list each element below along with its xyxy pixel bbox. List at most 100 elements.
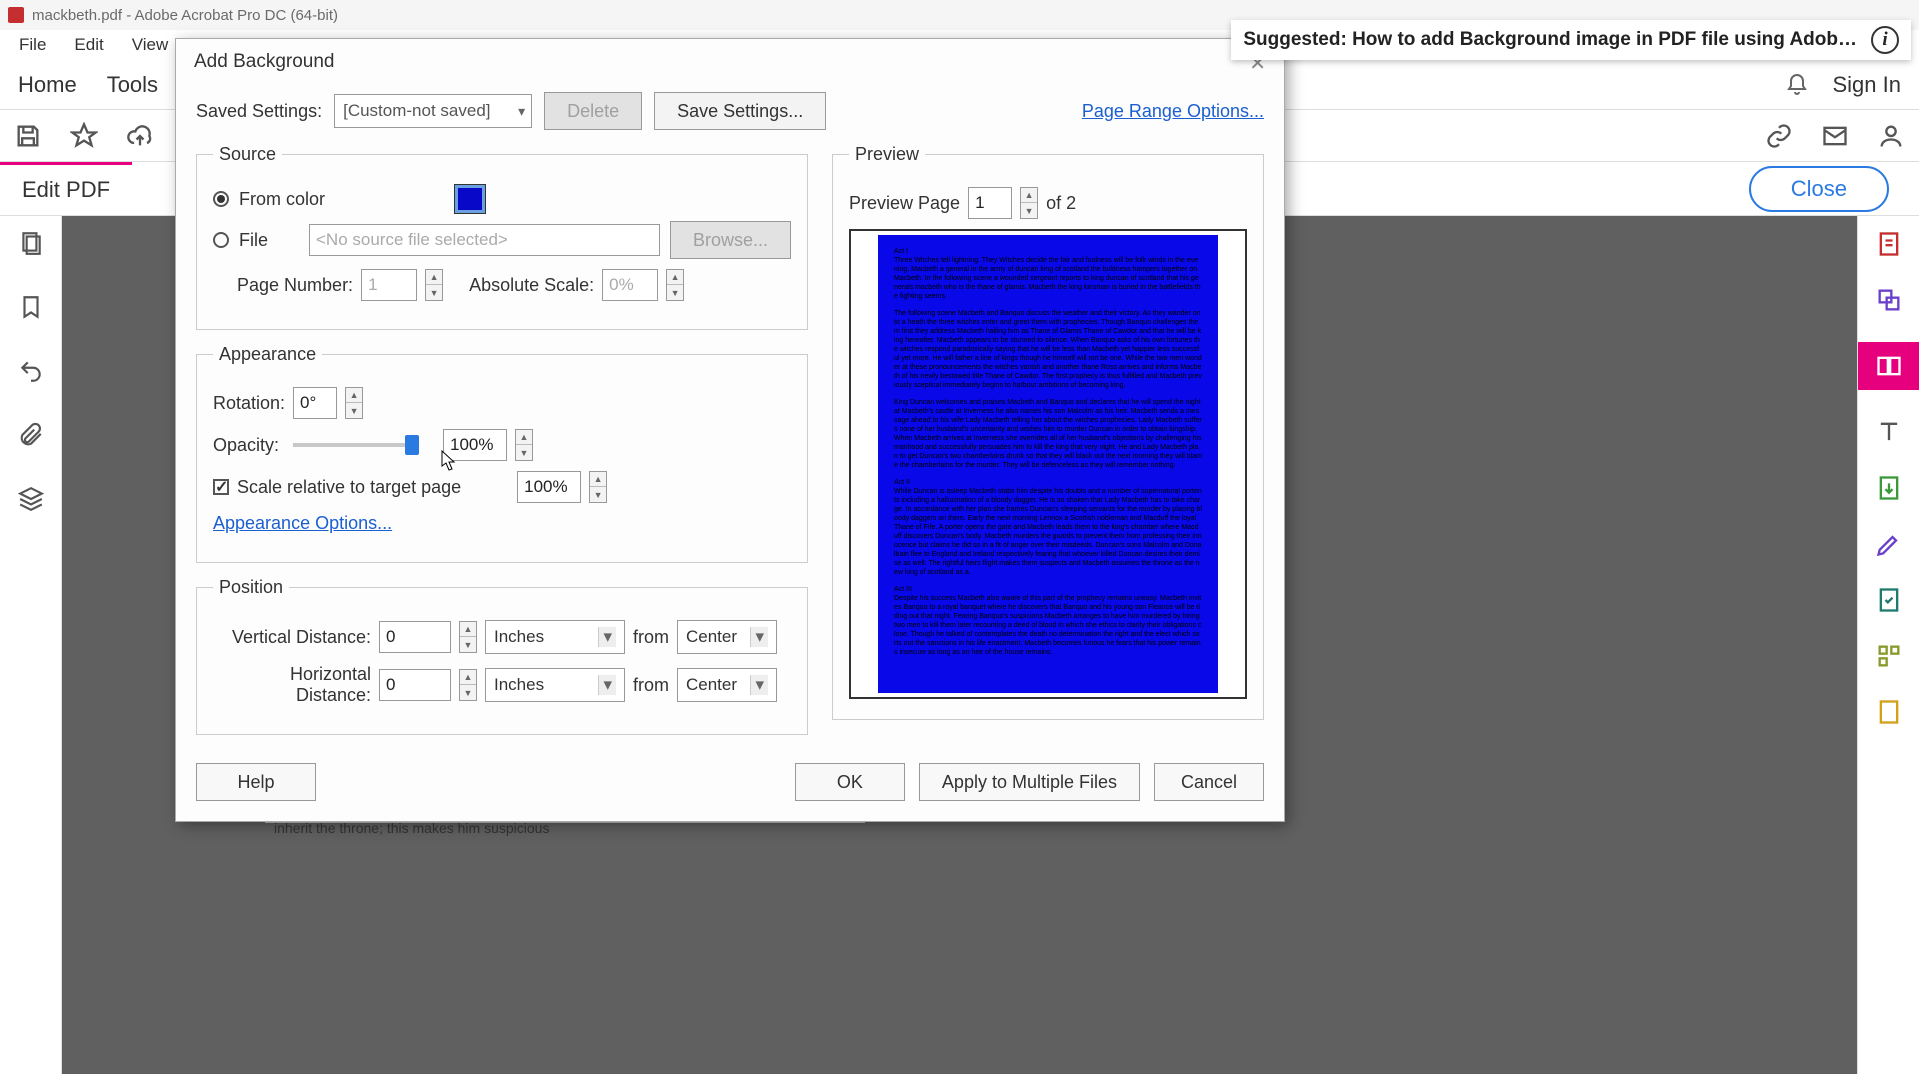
hdist-spinner[interactable]: ▲▼ bbox=[459, 669, 477, 701]
page-number-label: Page Number: bbox=[237, 275, 353, 296]
tab-edit-pdf[interactable]: Edit PDF bbox=[0, 162, 132, 215]
radio-file[interactable] bbox=[213, 232, 229, 248]
attachment-icon[interactable] bbox=[18, 422, 44, 448]
opacity-label: Opacity: bbox=[213, 435, 285, 456]
abs-scale-label: Absolute Scale: bbox=[469, 275, 594, 296]
suggested-text: Suggested: How to add Background image i… bbox=[1243, 29, 1857, 51]
dialog-title-text: Add Background bbox=[194, 51, 335, 76]
undo-icon[interactable] bbox=[18, 358, 44, 384]
add-background-dialog: Add Background ✕ Saved Settings: [Custom… bbox=[175, 38, 1285, 822]
profile-icon[interactable] bbox=[1877, 122, 1905, 150]
source-legend: Source bbox=[213, 144, 282, 165]
combine-icon[interactable] bbox=[1875, 286, 1903, 314]
hdist-from-label: from bbox=[633, 675, 669, 696]
opacity-slider-thumb[interactable] bbox=[405, 435, 419, 455]
preview-page-render: Act IThree Witches tell lightning. They … bbox=[878, 235, 1218, 693]
page-number-spinner: ▲▼ bbox=[425, 269, 443, 301]
left-nav-rail bbox=[0, 216, 62, 1074]
vdist-label: Vertical Distance: bbox=[213, 627, 371, 648]
from-color-label: From color bbox=[239, 189, 325, 210]
hdist-label: Horizontal Distance: bbox=[213, 664, 371, 706]
opacity-spinner[interactable]: ▲▼ bbox=[515, 429, 533, 461]
close-button[interactable]: Close bbox=[1749, 166, 1889, 212]
file-path-input bbox=[309, 224, 660, 256]
signin-link[interactable]: Sign In bbox=[1833, 72, 1902, 98]
edit-pdf-tool-active[interactable] bbox=[1858, 342, 1919, 390]
position-group: Position Vertical Distance: ▲▼ Inches fr… bbox=[196, 577, 808, 735]
app-icon bbox=[8, 7, 24, 23]
star-icon[interactable] bbox=[70, 122, 98, 150]
menu-edit[interactable]: Edit bbox=[60, 35, 117, 55]
saved-settings-label: Saved Settings: bbox=[196, 101, 322, 122]
appearance-legend: Appearance bbox=[213, 344, 322, 365]
vdist-anchor-combo[interactable]: Center bbox=[677, 620, 777, 654]
right-tool-rail bbox=[1857, 216, 1919, 1074]
create-pdf-icon[interactable] bbox=[1875, 230, 1903, 258]
vdist-from-label: from bbox=[633, 627, 669, 648]
hdist-input[interactable] bbox=[379, 669, 451, 701]
save-settings-button[interactable]: Save Settings... bbox=[654, 92, 826, 130]
cancel-button[interactable]: Cancel bbox=[1154, 763, 1264, 801]
apply-multiple-button[interactable]: Apply to Multiple Files bbox=[919, 763, 1140, 801]
nav-tools[interactable]: Tools bbox=[107, 72, 158, 98]
rotation-spinner[interactable]: ▲▼ bbox=[345, 387, 363, 419]
color-swatch[interactable] bbox=[455, 185, 485, 213]
vdist-input[interactable] bbox=[379, 621, 451, 653]
layers-icon[interactable] bbox=[18, 486, 44, 512]
preview-page-label: Preview Page bbox=[849, 193, 960, 214]
bell-icon[interactable] bbox=[1785, 73, 1809, 97]
saved-settings-combo[interactable]: [Custom-not saved] bbox=[334, 94, 532, 128]
file-label: File bbox=[239, 230, 299, 251]
preview-of-label: of 2 bbox=[1046, 193, 1076, 214]
appearance-options-link[interactable]: Appearance Options... bbox=[213, 513, 392, 534]
cloud-upload-icon[interactable] bbox=[126, 122, 154, 150]
menu-view[interactable]: View bbox=[118, 35, 183, 55]
rotation-label: Rotation: bbox=[213, 393, 285, 414]
suggested-tooltip: Suggested: How to add Background image i… bbox=[1231, 20, 1911, 60]
opacity-slider[interactable] bbox=[293, 443, 413, 447]
organize-icon[interactable] bbox=[1875, 642, 1903, 670]
scale-checkbox[interactable] bbox=[213, 479, 229, 495]
nav-home[interactable]: Home bbox=[18, 72, 77, 98]
link-icon[interactable] bbox=[1765, 122, 1793, 150]
scale-spinner[interactable]: ▲▼ bbox=[589, 471, 607, 503]
info-icon[interactable]: i bbox=[1871, 26, 1899, 54]
page-number-input bbox=[361, 269, 417, 301]
hdist-unit-combo[interactable]: Inches bbox=[485, 668, 625, 702]
preview-page-input[interactable] bbox=[968, 187, 1012, 219]
preview-page-spinner[interactable]: ▲▼ bbox=[1020, 187, 1038, 219]
vdist-spinner[interactable]: ▲▼ bbox=[459, 621, 477, 653]
position-legend: Position bbox=[213, 577, 289, 598]
sign-icon[interactable] bbox=[1875, 530, 1903, 558]
export-pdf-icon[interactable] bbox=[1875, 474, 1903, 502]
appearance-group: Appearance Rotation: ▲▼ Opacity: ▲▼ bbox=[196, 344, 808, 563]
rotation-input[interactable] bbox=[293, 387, 337, 419]
preview-legend: Preview bbox=[849, 144, 925, 165]
hdist-anchor-combo[interactable]: Center bbox=[677, 668, 777, 702]
preview-box: Act IThree Witches tell lightning. They … bbox=[849, 229, 1247, 699]
window-title: mackbeth.pdf - Adobe Acrobat Pro DC (64-… bbox=[32, 7, 338, 24]
vdist-unit-combo[interactable]: Inches bbox=[485, 620, 625, 654]
bookmark-icon[interactable] bbox=[18, 294, 44, 320]
abs-scale-input bbox=[602, 269, 658, 301]
scale-input[interactable] bbox=[517, 471, 581, 503]
preview-group: Preview Preview Page ▲▼ of 2 Act IThree … bbox=[832, 144, 1264, 720]
protect-icon[interactable] bbox=[1875, 586, 1903, 614]
radio-from-color[interactable] bbox=[213, 191, 229, 207]
compress-icon[interactable] bbox=[1875, 698, 1903, 726]
page-range-link[interactable]: Page Range Options... bbox=[1082, 101, 1264, 122]
source-group: Source From color File Browse... Page Nu… bbox=[196, 144, 808, 330]
browse-button: Browse... bbox=[670, 221, 791, 259]
pages-icon[interactable] bbox=[18, 230, 44, 256]
scale-checkbox-label: Scale relative to target page bbox=[237, 477, 461, 498]
delete-button: Delete bbox=[544, 92, 642, 130]
menu-file[interactable]: File bbox=[5, 35, 60, 55]
ok-button[interactable]: OK bbox=[795, 763, 905, 801]
help-button[interactable]: Help bbox=[196, 763, 316, 801]
mail-icon[interactable] bbox=[1821, 122, 1849, 150]
save-icon[interactable] bbox=[14, 122, 42, 150]
opacity-input[interactable] bbox=[443, 429, 507, 461]
dialog-titlebar: Add Background ✕ bbox=[176, 39, 1284, 88]
text-tool-icon[interactable] bbox=[1875, 418, 1903, 446]
abs-scale-spinner: ▲▼ bbox=[666, 269, 684, 301]
